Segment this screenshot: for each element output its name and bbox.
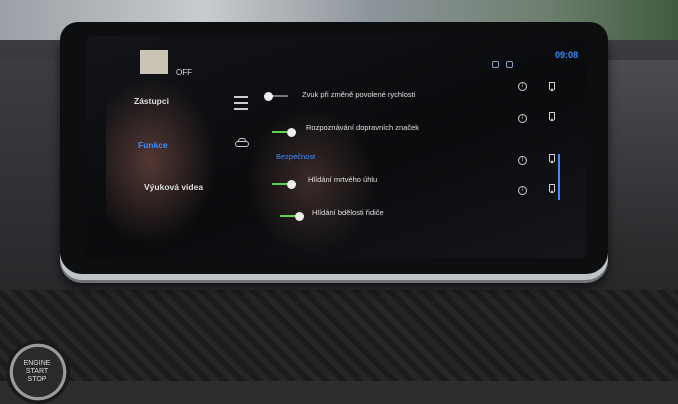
bookmark-icon[interactable] [549,82,555,91]
media-thumbnail[interactable] [140,50,168,74]
center-console [0,290,678,381]
toggle-speed-sound[interactable] [264,92,288,101]
toggle-blind-spot[interactable] [272,180,296,189]
scrollbar[interactable] [558,154,560,200]
toggle-driver-attention[interactable] [280,212,304,221]
info-icon[interactable]: i [518,82,527,91]
phone-icon [492,61,499,68]
setting-label: Hlídání mrtvého úhlu [308,175,378,184]
info-icon[interactable]: i [518,186,527,195]
info-icon[interactable]: i [518,114,527,123]
settings-ui: OFF 09:08 Zástupci Funkce Výuková videa … [86,36,586,258]
section-heading: Bezpečnost [276,152,316,161]
setting-label: Zvuk při změně povolené rychlosti [302,90,416,99]
bookmark-icon[interactable] [549,112,555,121]
menu-icon[interactable] [234,96,248,110]
info-icon[interactable]: i [518,156,527,165]
bookmark-icon[interactable] [549,184,555,193]
setting-label: Rozpoznávání dopravních značek [306,123,419,132]
sidebar-item-funkce[interactable]: Funkce [138,140,168,150]
bookmark-icon[interactable] [549,154,555,163]
car-icon[interactable] [234,138,250,148]
car-status-icon [506,61,513,68]
toggle-sign-recognition[interactable] [272,128,296,137]
setting-label: Hlídání bdělosti řidiče [312,208,384,217]
clock: 09:08 [554,50,578,60]
infotainment-screen: OFF 09:08 Zástupci Funkce Výuková videa … [86,36,586,258]
sidebar-item-vyukova-videa[interactable]: Výuková videa [144,182,203,192]
sidebar-item-zastupci[interactable]: Zástupci [134,96,169,106]
off-label: OFF [176,68,192,77]
engine-start-label: ENGINE START STOP [23,360,51,383]
